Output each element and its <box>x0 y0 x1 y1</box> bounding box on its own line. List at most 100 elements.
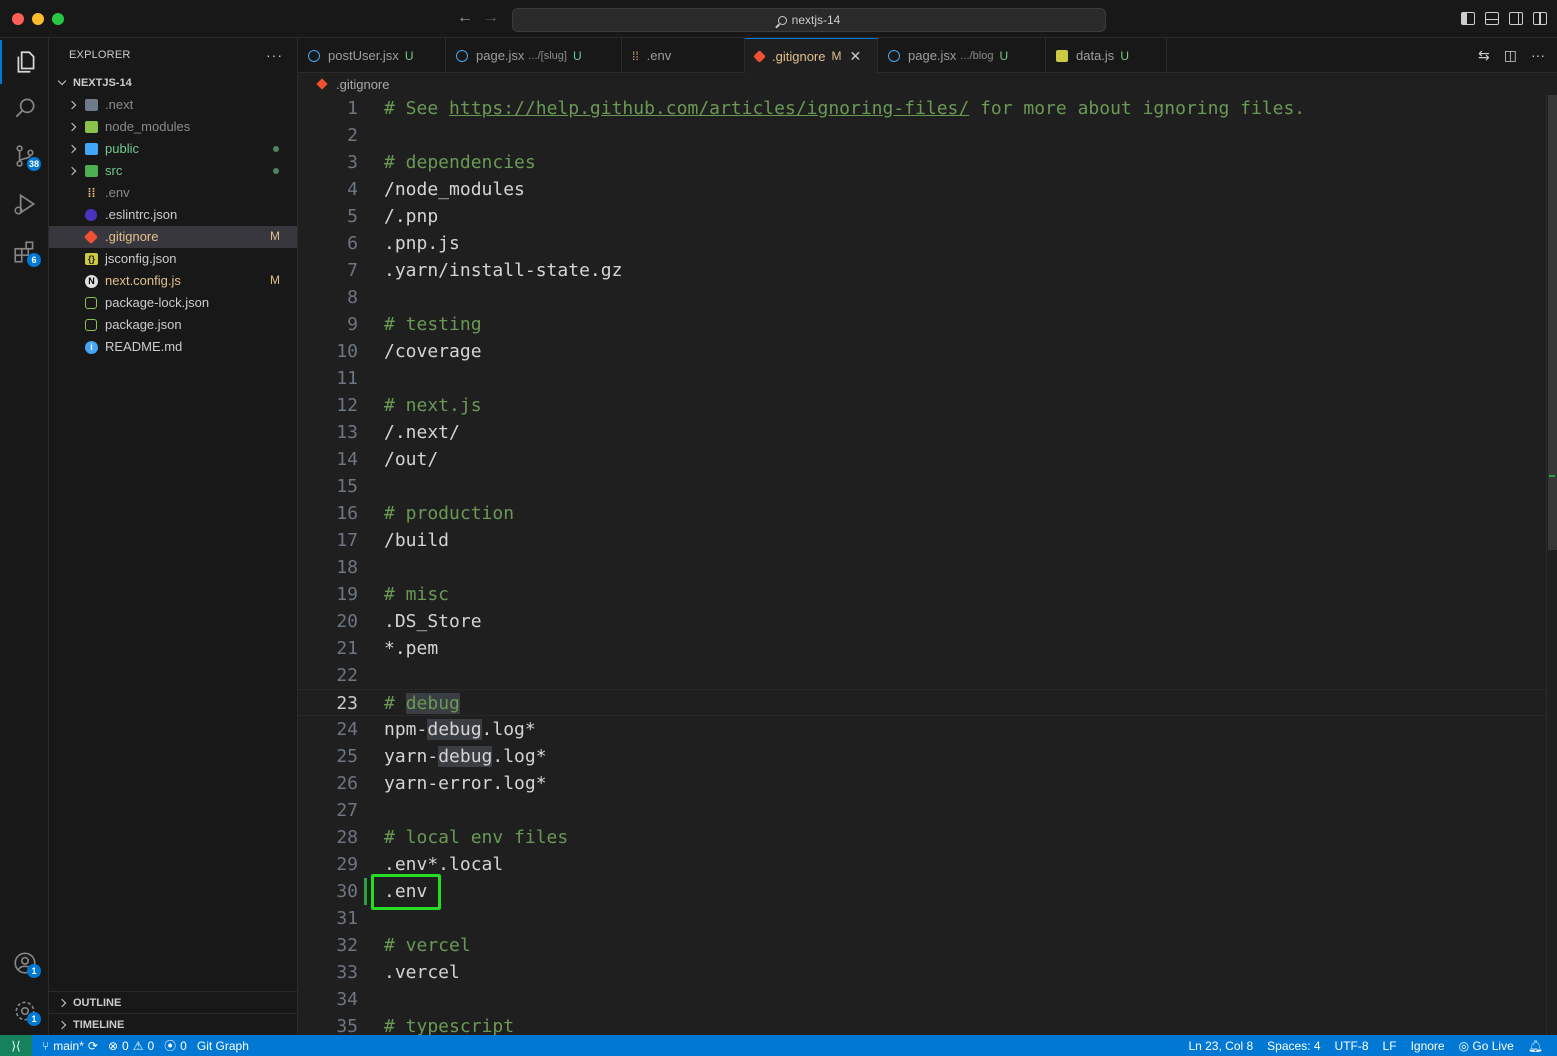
split-editor-icon[interactable]: ◫ <box>1504 47 1517 64</box>
remote-indicator[interactable]: ⟩⟨ <box>0 1035 32 1056</box>
tree-item-env[interactable]: ⁞⁞ .env <box>49 182 297 204</box>
code-line[interactable]: 5 /.pnp <box>298 203 1546 230</box>
code-line[interactable]: 9 # testing <box>298 311 1546 338</box>
editor-scrollbar[interactable] <box>1546 95 1557 1035</box>
indentation-status[interactable]: Spaces: 4 <box>1267 1039 1320 1053</box>
tree-item-jsconfig[interactable]: {} jsconfig.json <box>49 248 297 270</box>
cursor-position[interactable]: Ln 23, Col 8 <box>1188 1039 1253 1053</box>
more-actions-icon[interactable]: ··· <box>1531 47 1545 64</box>
line-number: 18 <box>336 557 358 578</box>
code-line[interactable]: 20 .DS_Store <box>298 608 1546 635</box>
toggle-primary-sidebar-icon[interactable] <box>1461 12 1475 25</box>
breadcrumb[interactable]: .gitignore <box>298 73 1557 95</box>
close-window-button[interactable] <box>12 13 24 25</box>
branch-status[interactable]: ⑂ main* ⟳ <box>42 1039 98 1053</box>
tab-page-slug[interactable]: page.jsx .../[slug] U <box>446 38 622 73</box>
code-line[interactable]: 12 # next.js <box>298 392 1546 419</box>
toggle-panel-icon[interactable] <box>1485 12 1499 25</box>
tab-env[interactable]: ⁞⁞ .env <box>622 38 745 73</box>
open-changes-icon[interactable]: ⇆ <box>1478 47 1490 64</box>
code-line[interactable]: 27 <box>298 797 1546 824</box>
accounts-activity[interactable]: 1 <box>0 941 49 985</box>
code-line[interactable]: 14/out/ <box>298 446 1546 473</box>
maximize-window-button[interactable] <box>52 13 64 25</box>
code-line[interactable]: 26 yarn-error.log* <box>298 770 1546 797</box>
customize-layout-icon[interactable] <box>1533 12 1547 25</box>
code-line[interactable]: 35 # typescript <box>298 1013 1546 1035</box>
code-line[interactable]: 1 # See https://help.github.com/articles/… <box>298 95 1546 122</box>
code-token: # <box>384 693 406 714</box>
code-line[interactable]: 34 <box>298 986 1546 1013</box>
code-line[interactable]: 8 <box>298 284 1546 311</box>
code-line[interactable]: 28 # local env files <box>298 824 1546 851</box>
code-line[interactable]: 3 # dependencies <box>298 149 1546 176</box>
source-control-activity[interactable]: 38 <box>0 134 49 178</box>
code-line[interactable]: 10/coverage <box>298 338 1546 365</box>
tab-data-js[interactable]: data.js U <box>1046 38 1167 73</box>
go-live-button[interactable]: ◎ Go Live <box>1459 1039 1514 1053</box>
tree-item-readme[interactable]: i README.md <box>49 336 297 358</box>
code-line[interactable]: 18 <box>298 554 1546 581</box>
code-line[interactable]: 33 .vercel <box>298 959 1546 986</box>
tab-page-blog[interactable]: page.jsx .../blog U <box>878 38 1046 73</box>
code-line[interactable]: 29 .env*.local <box>298 851 1546 878</box>
tree-item-package-json[interactable]: package.json <box>49 314 297 336</box>
scrollbar-thumb[interactable] <box>1548 95 1557 550</box>
forward-arrow-icon[interactable]: → <box>483 9 499 27</box>
code-line[interactable]: 22 <box>298 662 1546 689</box>
code-line[interactable]: 24 npm-debug.log* <box>298 716 1546 743</box>
tree-item-src[interactable]: src <box>49 160 297 182</box>
eol-status[interactable]: LF <box>1383 1039 1397 1053</box>
search-activity[interactable] <box>0 86 49 130</box>
code-line[interactable]: 15 <box>298 473 1546 500</box>
code-line[interactable]: 31 <box>298 905 1546 932</box>
tree-item-public[interactable]: public <box>49 138 297 160</box>
problems-status[interactable]: ⊗ 0 ⚠ 0 <box>108 1039 154 1053</box>
tree-item-package-lock[interactable]: package-lock.json <box>49 292 297 314</box>
encoding-status[interactable]: UTF-8 <box>1335 1039 1369 1053</box>
code-line[interactable]: 4/node_modules <box>298 176 1546 203</box>
code-line[interactable]: 19 # misc <box>298 581 1546 608</box>
code-line[interactable]: 11 <box>298 365 1546 392</box>
tree-item-next-folder[interactable]: .next <box>49 94 297 116</box>
code-line[interactable]: 6 .pnp.js <box>298 230 1546 257</box>
tree-item-eslintrc[interactable]: .eslintrc.json <box>49 204 297 226</box>
tree-item-gitignore[interactable]: .gitignore M <box>49 226 297 248</box>
code-line[interactable]: 25 yarn-debug.log* <box>298 743 1546 770</box>
sync-icon[interactable]: ⟳ <box>88 1039 98 1053</box>
code-line[interactable]: 21 *.pem <box>298 635 1546 662</box>
project-section-header[interactable]: NEXTJS-14 <box>49 72 297 94</box>
extensions-activity[interactable]: 6 <box>0 230 49 274</box>
tree-item-node-modules[interactable]: node_modules <box>49 116 297 138</box>
tab-gitignore[interactable]: .gitignore M ✕ <box>745 38 878 73</box>
close-icon[interactable]: ✕ <box>849 48 861 65</box>
code-line[interactable]: 7 .yarn/install-state.gz <box>298 257 1546 284</box>
code-line[interactable]: 30 .env <box>298 874 1546 910</box>
code-line[interactable]: 16 # production <box>298 500 1546 527</box>
git-graph-button[interactable]: Git Graph <box>197 1039 249 1053</box>
tree-item-next-config[interactable]: N next.config.js M <box>49 270 297 292</box>
explorer-activity[interactable] <box>0 40 49 84</box>
language-mode[interactable]: Ignore <box>1411 1039 1445 1053</box>
timeline-section[interactable]: TIMELINE <box>49 1013 298 1036</box>
code-line[interactable]: 2 <box>298 122 1546 149</box>
run-debug-activity[interactable] <box>0 182 49 226</box>
back-arrow-icon[interactable]: ← <box>457 9 473 27</box>
code-editor[interactable]: 1 # See https://help.github.com/articles/… <box>298 95 1546 1035</box>
timeline-title: TIMELINE <box>73 1019 125 1031</box>
minimize-window-button[interactable] <box>32 13 44 25</box>
outline-section[interactable]: OUTLINE <box>49 991 298 1014</box>
tab-postuser[interactable]: postUser.jsx U <box>298 38 446 73</box>
code-line[interactable]: 17/build <box>298 527 1546 554</box>
code-line[interactable]: 23 # debug <box>298 689 1546 716</box>
code-line[interactable]: 32 # vercel <box>298 932 1546 959</box>
go-live-label: Go Live <box>1472 1038 1514 1053</box>
ports-status[interactable]: ⦿ 0 <box>164 1037 187 1054</box>
command-center-search[interactable]: nextjs-14 <box>512 8 1106 32</box>
more-actions-icon[interactable]: ··· <box>266 47 283 63</box>
toggle-secondary-sidebar-icon[interactable] <box>1509 12 1523 25</box>
code-line[interactable]: 13 /.next/ <box>298 419 1546 446</box>
notifications-bell-icon[interactable]: 🔔︎ <box>1528 1039 1543 1053</box>
manage-activity[interactable]: 1 <box>0 989 49 1033</box>
tab-description: .../[slug] <box>528 49 567 62</box>
